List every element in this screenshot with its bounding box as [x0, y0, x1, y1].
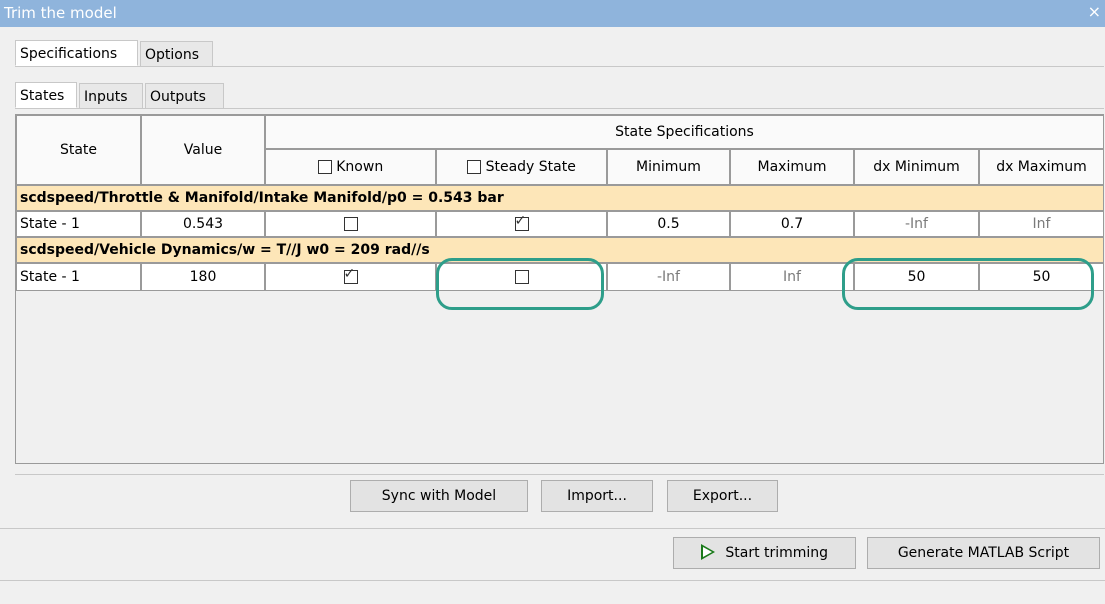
header-dx-maximum: dx Maximum — [979, 149, 1104, 185]
close-icon[interactable]: × — [1088, 2, 1101, 21]
export-button[interactable]: Export... — [667, 480, 778, 512]
dx-minimum-cell[interactable]: -Inf — [854, 211, 979, 237]
tab-inputs[interactable]: Inputs — [79, 83, 143, 109]
sync-with-model-button[interactable]: Sync with Model — [350, 480, 528, 512]
start-trimming-label: Start trimming — [725, 545, 829, 561]
dx-maximum-cell[interactable]: 50 — [979, 263, 1104, 291]
divider — [0, 528, 1105, 529]
divider — [15, 474, 1104, 475]
header-state-specifications: State Specifications — [265, 115, 1104, 149]
divider — [0, 580, 1105, 581]
group-row: scdspeed/Throttle & Manifold/Intake Mani… — [16, 185, 1104, 211]
group-row: scdspeed/Vehicle Dynamics/w = T//J w0 = … — [16, 237, 1104, 263]
known-checkbox[interactable] — [343, 217, 358, 231]
header-dx-minimum: dx Minimum — [854, 149, 979, 185]
check-icon: ✓ — [514, 213, 527, 229]
panel-border — [15, 66, 1104, 67]
minimum-cell[interactable]: 0.5 — [607, 211, 730, 237]
window-title: Trim the model — [4, 4, 117, 22]
start-trimming-button[interactable]: Start trimming — [673, 537, 856, 569]
tab-label: States — [20, 88, 65, 104]
tab-options[interactable]: Options — [140, 41, 213, 67]
header-steady-state[interactable]: Steady State — [436, 149, 607, 185]
dx-minimum-cell[interactable]: 50 — [854, 263, 979, 291]
known-checkbox[interactable]: ✓ — [343, 266, 358, 284]
tab-label: Specifications — [20, 46, 118, 62]
check-icon: ✓ — [343, 266, 356, 282]
tab-states[interactable]: States — [15, 82, 77, 108]
header-state: State — [16, 115, 141, 185]
steady-checkbox[interactable] — [514, 270, 529, 284]
maximum-cell[interactable]: Inf — [730, 263, 854, 291]
known-cell[interactable] — [265, 211, 436, 237]
header-known-label: Known — [336, 159, 384, 175]
dx-maximum-cell[interactable]: Inf — [979, 211, 1104, 237]
generate-matlab-script-button[interactable]: Generate MATLAB Script — [867, 537, 1100, 569]
state-name-cell: State - 1 — [16, 211, 141, 237]
tab-label: Inputs — [84, 89, 128, 105]
maximum-cell[interactable]: 0.7 — [730, 211, 854, 237]
tab-label: Outputs — [150, 89, 206, 105]
steady-checkbox[interactable]: ✓ — [514, 213, 529, 231]
panel-border — [15, 108, 1104, 109]
tab-specifications[interactable]: Specifications — [15, 40, 138, 66]
tab-label: Options — [145, 47, 200, 63]
steady-cell[interactable]: ✓ — [436, 211, 607, 237]
value-cell[interactable]: 0.543 — [141, 211, 265, 237]
header-maximum: Maximum — [730, 149, 854, 185]
tab-outputs[interactable]: Outputs — [145, 83, 224, 109]
steady-cell[interactable] — [436, 263, 607, 291]
window-title-bar: Trim the model × — [0, 0, 1105, 27]
states-table: State Value State Specifications Known S… — [15, 114, 1104, 464]
play-icon — [700, 544, 715, 560]
steady-header-checkbox[interactable] — [467, 160, 482, 174]
known-cell[interactable]: ✓ — [265, 263, 436, 291]
header-known[interactable]: Known — [265, 149, 436, 185]
header-minimum: Minimum — [607, 149, 730, 185]
known-header-checkbox[interactable] — [317, 160, 332, 174]
header-value: Value — [141, 115, 265, 185]
import-button[interactable]: Import... — [541, 480, 653, 512]
header-steady-label: Steady State — [485, 159, 576, 175]
state-name-cell: State - 1 — [16, 263, 141, 291]
value-cell[interactable]: 180 — [141, 263, 265, 291]
minimum-cell[interactable]: -Inf — [607, 263, 730, 291]
